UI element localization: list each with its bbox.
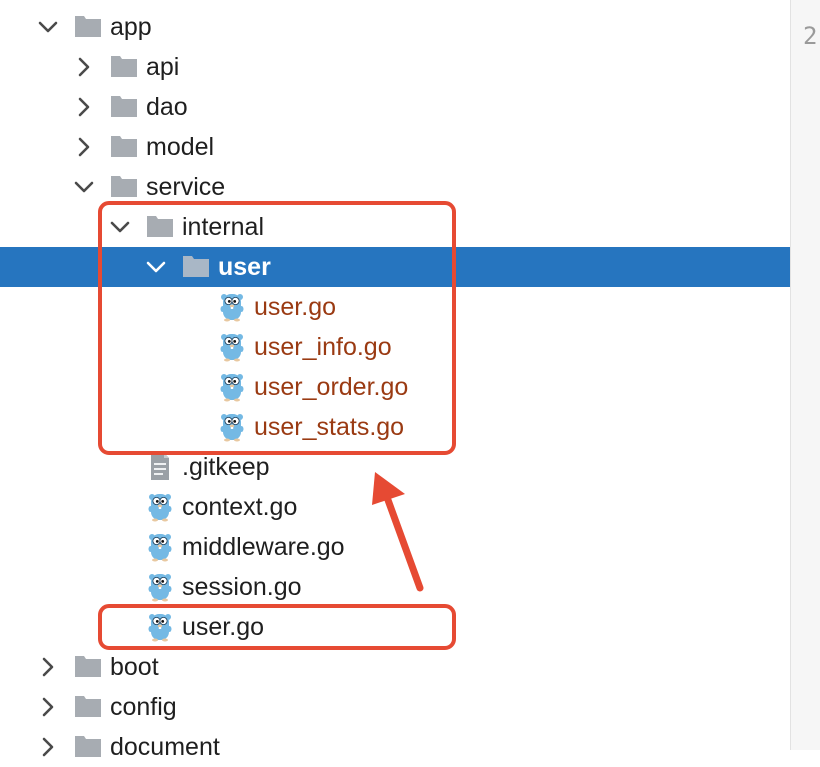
- tree-item-label: user.go: [254, 293, 337, 321]
- tree-file-session-go[interactable]: session.go: [0, 567, 790, 607]
- tree-item-label: user_info.go: [254, 333, 392, 361]
- chevron-down-icon[interactable]: [108, 215, 132, 239]
- gopher-icon: [148, 494, 172, 522]
- tree-item-label: dao: [146, 93, 188, 121]
- tree-item-label: service: [146, 173, 226, 201]
- chevron-right-icon[interactable]: [36, 695, 60, 719]
- chevron-right-icon[interactable]: [36, 735, 60, 759]
- gopher-icon: [220, 374, 244, 402]
- tree-folder-app[interactable]: app: [0, 7, 790, 47]
- tree-item-label: api: [146, 53, 180, 81]
- tree-file-user-go[interactable]: user.go: [0, 607, 790, 647]
- tree-folder-service[interactable]: service: [0, 167, 790, 207]
- chevron-down-icon[interactable]: [36, 15, 60, 39]
- tree-folder-internal[interactable]: internal: [0, 207, 790, 247]
- tree-item-label: document: [110, 733, 220, 761]
- tree-item-label: model: [146, 133, 215, 161]
- tree-file-user-info-go[interactable]: user_info.go: [0, 327, 790, 367]
- tree-file-user-order-go[interactable]: user_order.go: [0, 367, 790, 407]
- tree-scroll-edge: [0, 0, 790, 6]
- folder-icon: [75, 736, 101, 757]
- chevron-right-icon[interactable]: [72, 95, 96, 119]
- tree-folder-document[interactable]: document: [0, 727, 790, 767]
- tree-item-label: internal: [182, 213, 264, 241]
- chevron-right-icon[interactable]: [72, 135, 96, 159]
- editor-gutter: 2: [790, 0, 820, 750]
- tree-item-label: boot: [110, 653, 159, 681]
- tree-file-user-go[interactable]: user.go: [0, 287, 790, 327]
- gopher-icon: [220, 334, 244, 362]
- gopher-icon: [148, 574, 172, 602]
- tree-item-label: middleware.go: [182, 533, 345, 561]
- tree-item-label: user_stats.go: [254, 413, 405, 441]
- folder-icon: [111, 96, 137, 117]
- chevron-down-icon[interactable]: [72, 175, 96, 199]
- tree-folder-boot[interactable]: boot: [0, 647, 790, 687]
- gopher-icon: [148, 534, 172, 562]
- tree-folder-model[interactable]: model: [0, 127, 790, 167]
- tree-file-gitkeep[interactable]: .gitkeep: [0, 447, 790, 487]
- tree-item-label: user.go: [182, 613, 265, 641]
- gopher-icon: [148, 614, 172, 642]
- tree-folder-api[interactable]: api: [0, 47, 790, 87]
- tree-folder-config[interactable]: config: [0, 687, 790, 727]
- tree-file-middleware-go[interactable]: middleware.go: [0, 527, 790, 567]
- tree-item-label: user_order.go: [254, 373, 409, 401]
- tree-folder-dao[interactable]: dao: [0, 87, 790, 127]
- tree-folder-user[interactable]: user: [0, 247, 790, 287]
- tree-item-label: .gitkeep: [182, 453, 270, 481]
- folder-icon: [183, 256, 209, 277]
- tree-item-label: config: [110, 693, 177, 721]
- tree-item-label: context.go: [182, 493, 298, 521]
- folder-icon: [147, 216, 173, 237]
- tree-item-label: user: [218, 253, 271, 281]
- tree-item-label: app: [110, 13, 152, 41]
- folder-icon: [111, 176, 137, 197]
- tree-file-context-go[interactable]: context.go: [0, 487, 790, 527]
- gopher-icon: [220, 414, 244, 442]
- text-file-icon: [151, 453, 169, 480]
- chevron-down-icon[interactable]: [144, 255, 168, 279]
- project-tree: app api dao model service internal user user.go…: [0, 0, 790, 761]
- gopher-icon: [220, 294, 244, 322]
- folder-icon: [111, 136, 137, 157]
- folder-icon: [75, 696, 101, 717]
- tree-file-user-stats-go[interactable]: user_stats.go: [0, 407, 790, 447]
- chevron-right-icon[interactable]: [36, 655, 60, 679]
- gutter-line-number: 2: [803, 22, 818, 50]
- folder-icon: [75, 16, 101, 37]
- chevron-right-icon[interactable]: [72, 55, 96, 79]
- folder-icon: [75, 656, 101, 677]
- folder-icon: [111, 56, 137, 77]
- tree-item-label: session.go: [182, 573, 302, 601]
